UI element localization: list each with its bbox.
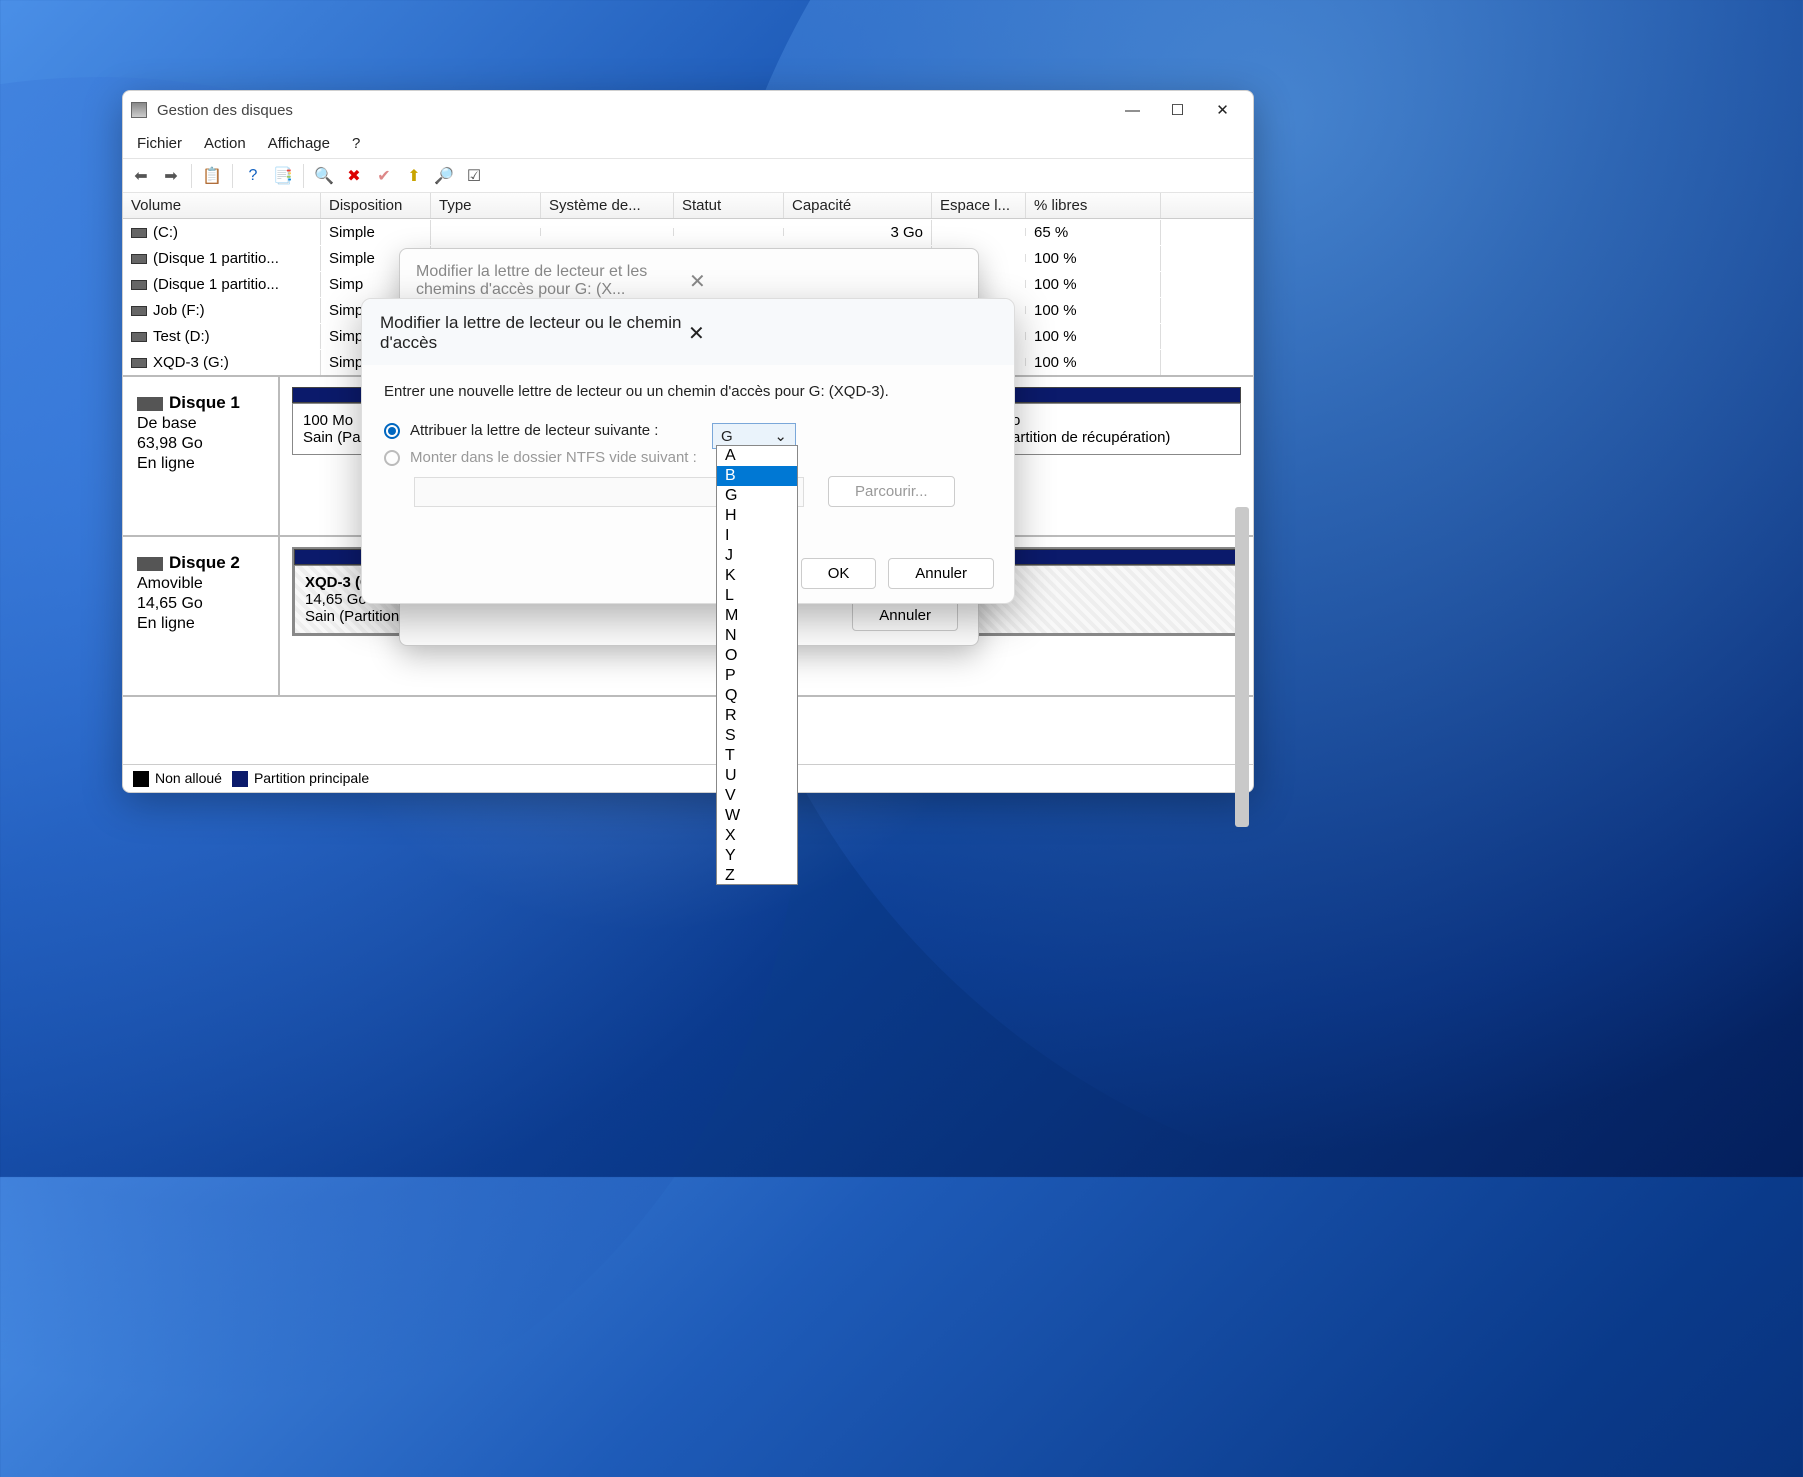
dropdown-option[interactable]: I <box>717 526 797 546</box>
dropdown-option[interactable]: P <box>717 666 797 686</box>
menu-file[interactable]: Fichier <box>137 135 182 152</box>
menubar: Fichier Action Affichage ? <box>123 129 1253 159</box>
col-freespace[interactable]: Espace l... <box>932 193 1026 218</box>
disk2-title: Disque 2 <box>169 553 240 572</box>
dropdown-option[interactable]: K <box>717 566 797 586</box>
dropdown-option[interactable]: Q <box>717 686 797 706</box>
disk1-title: Disque 1 <box>169 393 240 412</box>
table-header: Volume Disposition Type Système de... St… <box>123 193 1253 219</box>
dialog1-cancel-button[interactable]: Annuler <box>852 600 958 631</box>
window-title: Gestion des disques <box>157 102 1110 119</box>
dialog2-title: Modifier la lettre de lecteur ou le chem… <box>380 313 688 353</box>
radio-mount-folder[interactable]: Monter dans le dossier NTFS vide suivant… <box>384 449 992 466</box>
disk-icon <box>137 557 163 571</box>
dropdown-option[interactable]: U <box>717 766 797 786</box>
dropdown-option[interactable]: L <box>717 586 797 606</box>
swatch-primary <box>232 771 248 787</box>
legend-primary: Partition principale <box>254 770 369 786</box>
app-icon <box>131 102 147 118</box>
disk2-state: En ligne <box>137 615 268 633</box>
dialog1-title: Modifier la lettre de lecteur et les che… <box>416 263 689 299</box>
col-disposition[interactable]: Disposition <box>321 193 431 218</box>
radio-mount-label: Monter dans le dossier NTFS vide suivant… <box>410 449 697 466</box>
col-capacity[interactable]: Capacité <box>784 193 932 218</box>
col-filesystem[interactable]: Système de... <box>541 193 674 218</box>
chevron-down-icon: ⌄ <box>774 427 787 445</box>
dropdown-option[interactable]: X <box>717 826 797 846</box>
dropdown-option[interactable]: S <box>717 726 797 746</box>
disk2-kind: Amovible <box>137 575 268 593</box>
dropdown-option[interactable]: B <box>717 466 797 486</box>
col-status[interactable]: Statut <box>674 193 784 218</box>
dialog2-prompt: Entrer une nouvelle lettre de lecteur ou… <box>384 383 992 400</box>
radio-assign-letter[interactable]: Attribuer la lettre de lecteur suivante … <box>384 422 992 439</box>
close-button[interactable]: ✕ <box>1200 94 1245 126</box>
zoom-icon[interactable]: 🔎 <box>432 164 456 188</box>
disk-icon <box>137 397 163 411</box>
forward-icon[interactable]: ➡ <box>159 164 183 188</box>
dialog2-close-icon[interactable]: ✕ <box>688 321 996 346</box>
disk1-part-right[interactable]: o artition de récupération) <box>1001 403 1241 455</box>
change-letter-dialog: Modifier la lettre de lecteur ou le chem… <box>361 298 1015 604</box>
cancel-button[interactable]: Annuler <box>888 558 994 589</box>
radio-icon <box>384 423 400 439</box>
disk2-label: Disque 2 Amovible 14,65 Go En ligne <box>123 537 280 695</box>
col-type[interactable]: Type <box>431 193 541 218</box>
toolbar: ⬅ ➡ 📋 ? 📑 🔍 ✖ ✔ ⬆ 🔎 ☑ <box>123 159 1253 193</box>
dropdown-option[interactable]: A <box>717 446 797 466</box>
disk1-label: Disque 1 De base 63,98 Go En ligne <box>123 377 280 535</box>
dropdown-option[interactable]: G <box>717 486 797 506</box>
drive-letter-dropdown[interactable]: ABGHIJKLMNOPQRSTUVWXYZ <box>716 445 798 885</box>
back-icon[interactable]: ⬅ <box>129 164 153 188</box>
menu-view[interactable]: Affichage <box>268 135 330 152</box>
ok-button[interactable]: OK <box>801 558 877 589</box>
check-icon[interactable]: ✔ <box>372 164 396 188</box>
dropdown-option[interactable]: O <box>717 646 797 666</box>
legend: Non alloué Partition principale <box>123 764 1253 792</box>
combo-value: G <box>721 428 733 445</box>
radio-icon <box>384 450 400 466</box>
table-row[interactable]: (C:)Simple3 Go65 % <box>123 219 1253 245</box>
dialog1-close-icon[interactable]: ✕ <box>689 269 962 294</box>
dropdown-option[interactable]: T <box>717 746 797 766</box>
help-icon[interactable]: ? <box>241 164 265 188</box>
maximize-button[interactable]: ☐ <box>1155 94 1200 126</box>
browse-button[interactable]: Parcourir... <box>828 476 955 507</box>
delete-icon[interactable]: ✖ <box>342 164 366 188</box>
dropdown-option[interactable]: N <box>717 626 797 646</box>
settings-icon[interactable]: ☑ <box>462 164 486 188</box>
disk2-size: 14,65 Go <box>137 595 268 613</box>
dropdown-option[interactable]: V <box>717 786 797 806</box>
disk1-size: 63,98 Go <box>137 435 268 453</box>
menu-action[interactable]: Action <box>204 135 246 152</box>
up-icon[interactable]: ⬆ <box>402 164 426 188</box>
properties-icon[interactable]: 📋 <box>200 164 224 188</box>
radio-assign-label: Attribuer la lettre de lecteur suivante … <box>410 422 658 439</box>
dropdown-option[interactable]: W <box>717 806 797 826</box>
scrollbar-thumb[interactable] <box>1235 507 1249 827</box>
dropdown-option[interactable]: J <box>717 546 797 566</box>
minimize-button[interactable]: — <box>1110 94 1155 126</box>
dropdown-option[interactable]: M <box>717 606 797 626</box>
menu-help[interactable]: ? <box>352 135 360 152</box>
col-volume[interactable]: Volume <box>123 193 321 218</box>
list-icon[interactable]: 📑 <box>271 164 295 188</box>
dropdown-option[interactable]: H <box>717 506 797 526</box>
dropdown-option[interactable]: R <box>717 706 797 726</box>
refresh-icon[interactable]: 🔍 <box>312 164 336 188</box>
swatch-unallocated <box>133 771 149 787</box>
legend-unallocated: Non alloué <box>155 770 222 786</box>
disk1-kind: De base <box>137 415 268 433</box>
dropdown-option[interactable]: Z <box>717 866 797 886</box>
titlebar: Gestion des disques — ☐ ✕ <box>123 91 1253 129</box>
col-pctfree[interactable]: % libres <box>1026 193 1161 218</box>
dropdown-option[interactable]: Y <box>717 846 797 866</box>
disk1-state: En ligne <box>137 455 268 473</box>
